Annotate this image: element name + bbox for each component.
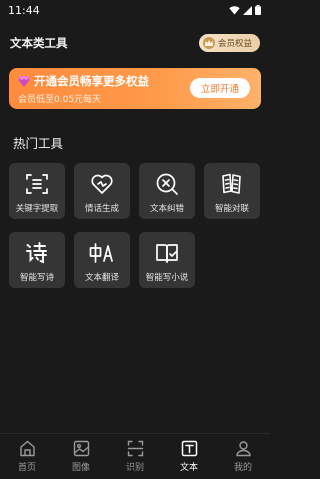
signal-icon [243, 5, 252, 15]
status-icons [229, 5, 261, 15]
nav-label-profile: 我的 [233, 463, 252, 473]
nav-label-text: 文本 [179, 463, 198, 473]
tool-smart-novel[interactable]: 智能写小说 [139, 232, 195, 288]
tool-keyword-extract[interactable]: 关键字提取 [9, 163, 65, 219]
page-title: 文本类工具 [10, 36, 68, 50]
image-icon [72, 439, 90, 457]
tool-label: 关键字提取 [15, 204, 59, 214]
nav-item-text[interactable]: 文本 [162, 434, 216, 479]
tool-text-correction[interactable]: 文本纠错 [139, 163, 195, 219]
tool-text-translate[interactable]: 文本翻译 [74, 232, 130, 288]
keyword-extract-icon [24, 171, 50, 197]
tool-label: 智能写小说 [145, 273, 189, 283]
nav-item-recognize[interactable]: 识别 [108, 434, 162, 479]
battery-icon [255, 5, 261, 15]
heart-icon [89, 171, 115, 197]
crown-icon [202, 37, 215, 49]
magnify-x-icon [154, 171, 180, 197]
nav-label-home: 首页 [17, 463, 36, 473]
status-bar: 11:44 [0, 0, 270, 20]
poem-icon [24, 240, 50, 266]
tool-label: 智能对联 [214, 204, 249, 214]
couplet-icon [219, 171, 245, 197]
text-icon [180, 439, 198, 457]
translate-icon [89, 240, 115, 266]
tool-love-words[interactable]: 情话生成 [74, 163, 130, 219]
open-vip-button[interactable]: 立即开通 [190, 78, 250, 98]
nav-label-recognize: 识别 [125, 463, 144, 473]
vip-promo-banner[interactable]: 开通会员畅享更多权益 会员低至0.05元每天 立即开通 [9, 68, 261, 109]
bottom-nav: 首页 图像 识别 文本 我的 [0, 433, 270, 479]
profile-icon [234, 439, 252, 457]
nav-item-image[interactable]: 图像 [54, 434, 108, 479]
banner-title: 开通会员畅享更多权益 [34, 74, 149, 88]
vip-benefits-button[interactable]: 会员权益 [198, 34, 260, 52]
wifi-icon [229, 5, 240, 14]
vip-benefits-label: 会员权益 [217, 39, 252, 49]
status-time: 11:44 [8, 3, 40, 17]
tool-label: 文本纠错 [149, 204, 184, 214]
diamond-icon [18, 75, 30, 87]
scan-icon [126, 439, 144, 457]
tool-label: 智能写诗 [19, 273, 54, 283]
tool-smart-poem[interactable]: 智能写诗 [9, 232, 65, 288]
nav-label-image: 图像 [71, 463, 90, 473]
book-icon [154, 240, 180, 266]
home-icon [18, 439, 36, 457]
nav-item-home[interactable]: 首页 [0, 434, 54, 479]
header: 文本类工具 会员权益 [0, 30, 270, 56]
nav-item-profile[interactable]: 我的 [216, 434, 270, 479]
tool-smart-couplet[interactable]: 智能对联 [204, 163, 260, 219]
tool-label: 情话生成 [84, 204, 119, 214]
section-title-hot-tools: 热门工具 [13, 136, 64, 151]
tool-label: 文本翻译 [84, 273, 119, 283]
